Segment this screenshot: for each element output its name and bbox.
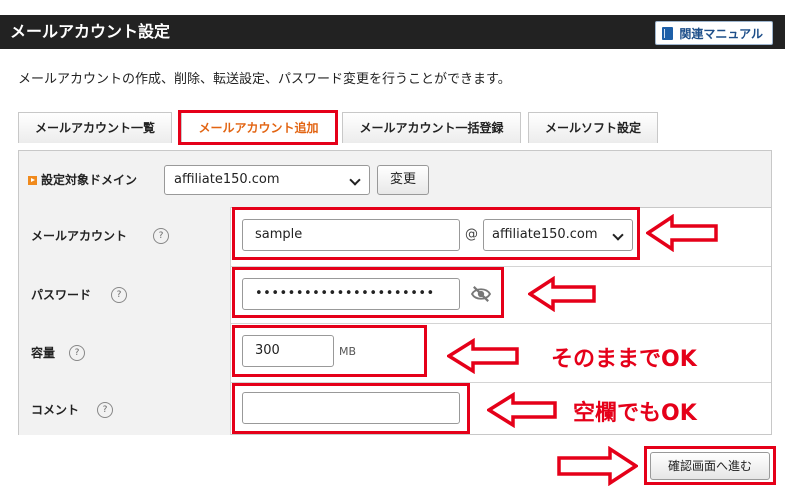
highlight-active-tab (178, 110, 338, 145)
chevron-down-icon (349, 174, 361, 186)
related-manual-label: 関連マニュアル (679, 26, 763, 41)
highlight-password (232, 267, 504, 318)
quota-label-cell: 容量 ? (19, 323, 231, 382)
tab-bulk-register[interactable]: メールアカウント一括登録 (342, 112, 521, 143)
change-domain-button[interactable]: 変更 (377, 165, 429, 195)
account-label: メールアカウント (31, 229, 128, 243)
domain-select[interactable]: affiliate150.com (164, 165, 370, 195)
quota-annotation: そのままでOK (551, 347, 697, 372)
left-arrow-icon (447, 338, 519, 374)
help-icon[interactable]: ? (69, 345, 85, 361)
password-label: パスワード (31, 288, 92, 302)
highlight-comment (232, 383, 470, 434)
tab-label: メールアカウント一覧 (34, 121, 155, 135)
comment-annotation: 空欄でもOK (573, 401, 697, 426)
tab-label: メールアカウント一括登録 (359, 121, 504, 135)
domain-select-value: affiliate150.com (174, 172, 280, 187)
highlight-quota (232, 325, 427, 377)
page-title: メールアカウント設定 (10, 22, 171, 41)
right-arrow-icon (557, 446, 638, 486)
confirm-button[interactable]: 確認画面へ進む (650, 452, 770, 480)
left-arrow-icon (528, 276, 596, 312)
left-arrow-icon (646, 214, 718, 252)
domain-label: 設定対象ドメイン (41, 173, 138, 187)
help-icon[interactable]: ? (97, 402, 113, 418)
help-icon[interactable]: ? (111, 287, 127, 303)
help-icon[interactable]: ? (153, 228, 169, 244)
password-label-cell: パスワード ? (19, 266, 231, 323)
page-header: メールアカウント設定 関連マニュアル (0, 15, 785, 49)
account-label-cell: メールアカウント ? (19, 207, 231, 266)
quota-label: 容量 (31, 346, 56, 360)
comment-label-cell: コメント ? (19, 382, 231, 435)
left-arrow-icon (487, 392, 557, 428)
comment-label: コメント (31, 403, 80, 417)
orange-play-marker-icon (28, 176, 37, 185)
tab-label: メールソフト設定 (544, 121, 641, 135)
related-manual-button[interactable]: 関連マニュアル (655, 21, 773, 45)
highlight-account (232, 207, 640, 260)
tab-account-list[interactable]: メールアカウント一覧 (18, 112, 172, 143)
tab-mail-software[interactable]: メールソフト設定 (528, 112, 658, 143)
domain-row: 設定対象ドメイン affiliate150.com 変更 (19, 151, 771, 208)
book-icon (662, 26, 674, 40)
page-description: メールアカウントの作成、削除、転送設定、パスワード変更を行うことができます。 (18, 72, 511, 87)
